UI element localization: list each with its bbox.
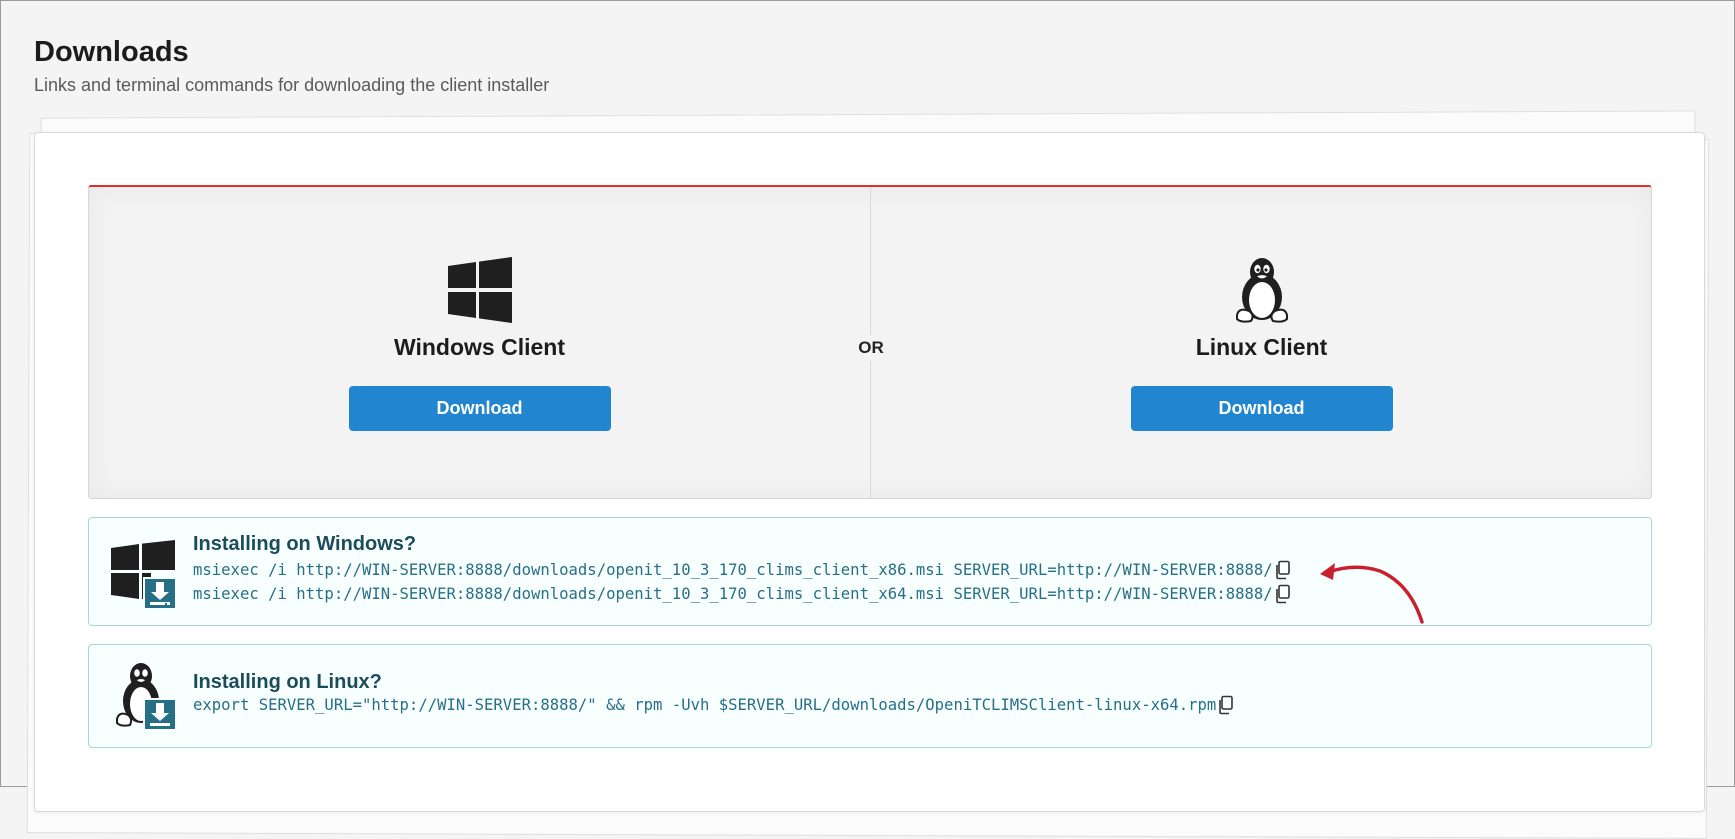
windows-download-button[interactable]: Download bbox=[348, 386, 611, 431]
linux-client-title: Linux Client bbox=[1195, 334, 1328, 360]
red-arrow-pointer bbox=[1320, 563, 1424, 624]
linux-client-column: Linux Client Download bbox=[871, 187, 1652, 499]
page-subtitle: Links and terminal commands for download… bbox=[34, 75, 550, 95]
copy-icon[interactable] bbox=[1274, 584, 1292, 604]
command-text[interactable]: msiexec /i http://WIN-SERVER:8888/downlo… bbox=[193, 561, 1273, 579]
windows-client-title: Windows Client bbox=[393, 334, 565, 360]
copy-icon[interactable] bbox=[1274, 560, 1292, 580]
linux-tux-icon bbox=[1235, 258, 1288, 323]
linux-download-button[interactable]: Download bbox=[1130, 386, 1393, 431]
linux-command: export SERVER_URL="http://WIN-SERVER:888… bbox=[193, 695, 1235, 715]
linux-download-icon bbox=[116, 663, 177, 731]
page-title: Downloads bbox=[34, 36, 189, 68]
windows-command-x64: msiexec /i http://WIN-SERVER:8888/downlo… bbox=[193, 584, 1292, 604]
command-text[interactable]: export SERVER_URL="http://WIN-SERVER:888… bbox=[193, 696, 1216, 714]
client-downloads-panel: Windows Client Download OR Linux Client … bbox=[88, 185, 1652, 499]
windows-download-icon bbox=[111, 540, 177, 610]
windows-command-x86: msiexec /i http://WIN-SERVER:8888/downlo… bbox=[193, 560, 1292, 580]
windows-client-column: Windows Client Download bbox=[89, 187, 870, 499]
linux-install-message: Installing on Linux? export SERVER_URL="… bbox=[88, 644, 1652, 748]
windows-install-header: Installing on Windows? bbox=[193, 533, 417, 555]
command-text[interactable]: msiexec /i http://WIN-SERVER:8888/downlo… bbox=[193, 585, 1273, 603]
linux-install-header: Installing on Linux? bbox=[193, 671, 382, 693]
windows-logo-icon bbox=[447, 257, 512, 323]
copy-icon[interactable] bbox=[1217, 695, 1235, 715]
